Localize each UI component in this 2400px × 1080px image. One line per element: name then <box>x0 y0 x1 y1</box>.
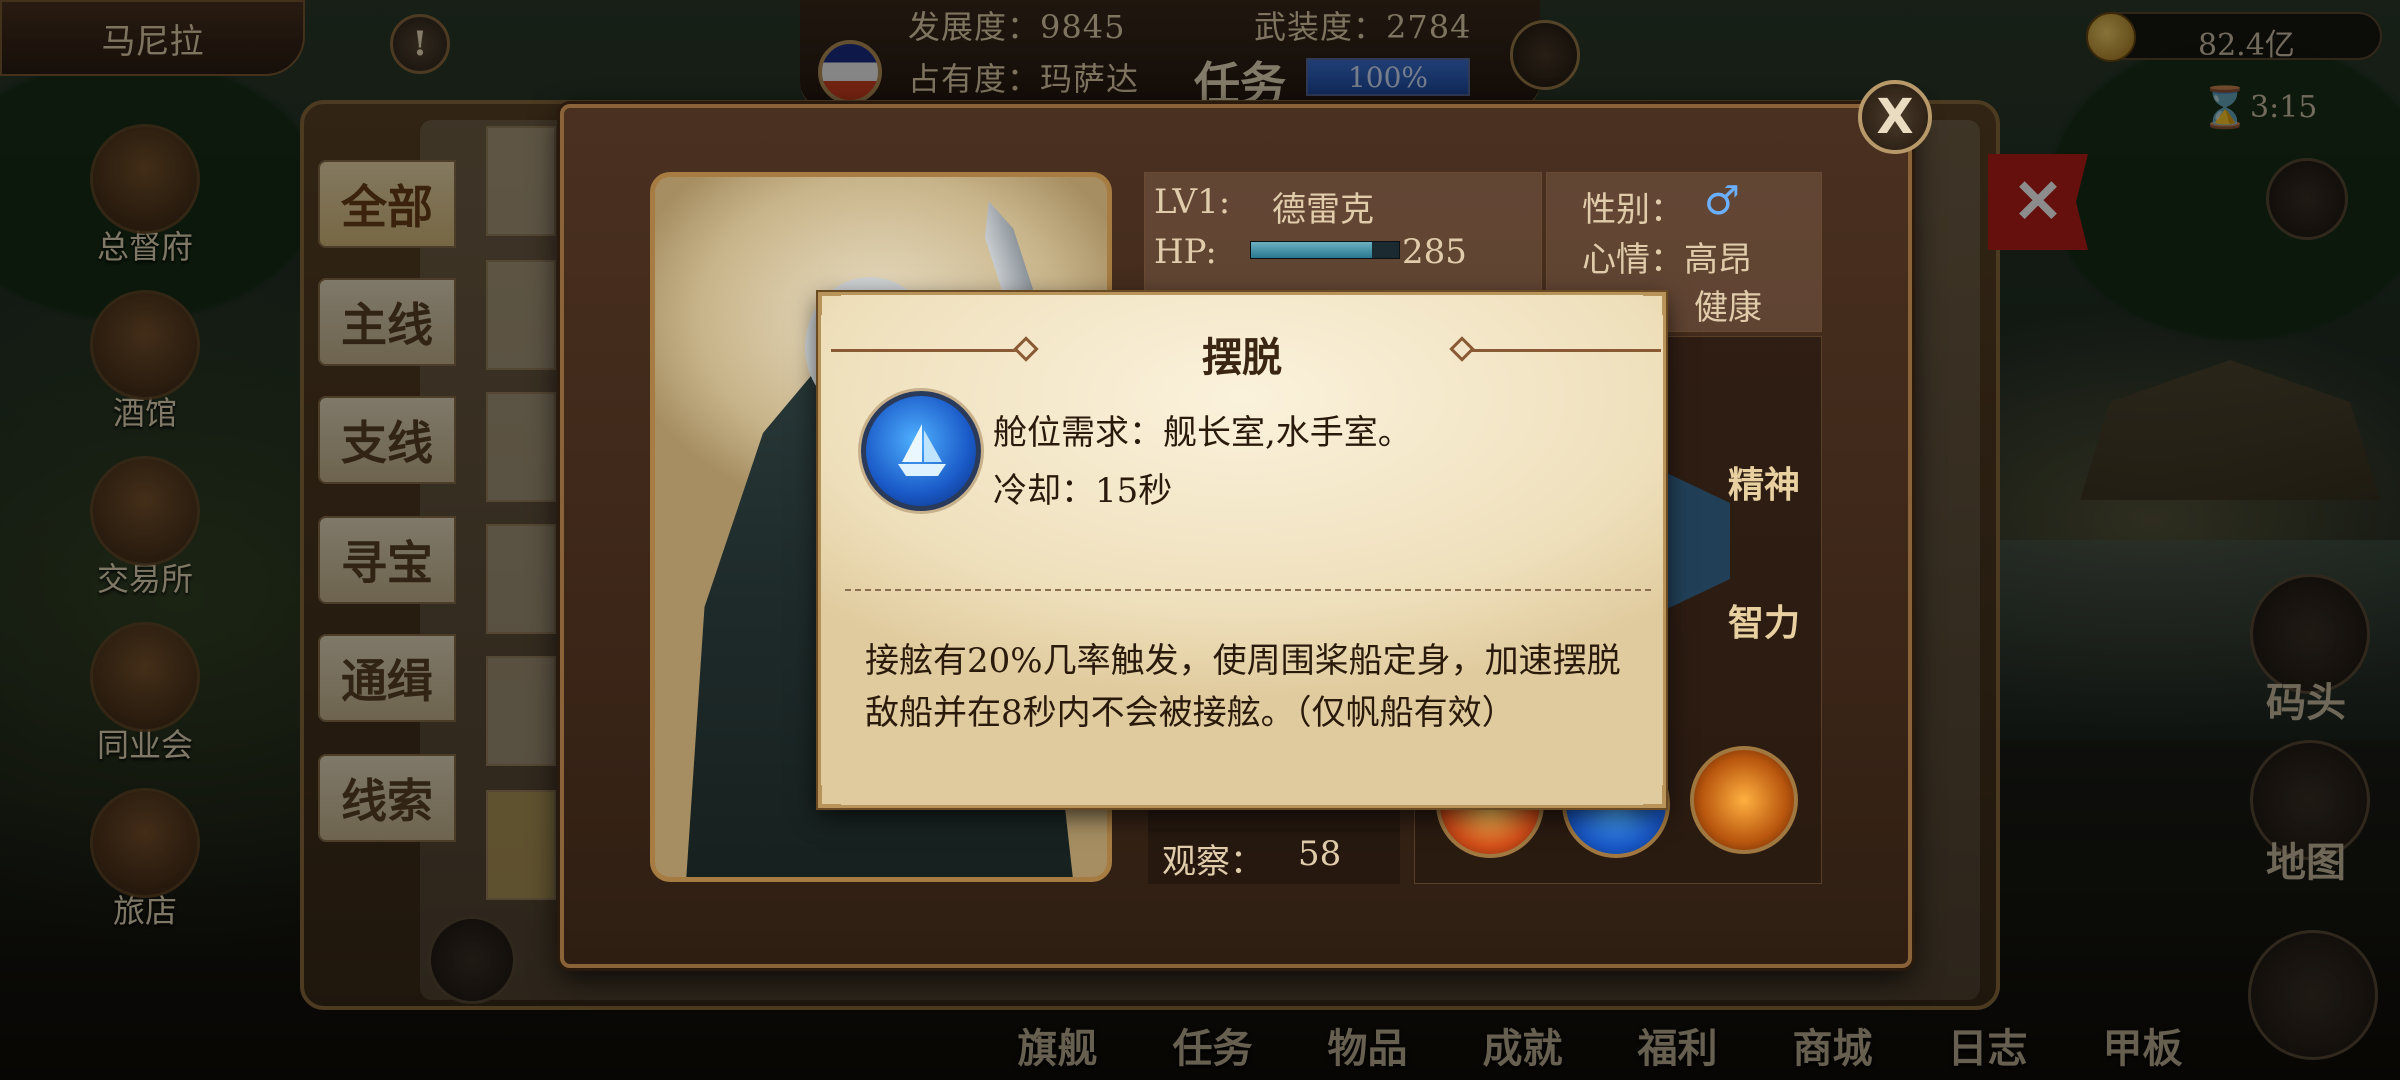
mood-text: 心情：高昂 <box>1582 240 1752 280</box>
hp-bar-fill <box>1251 242 1373 258</box>
hp-value: 285 <box>1402 232 1467 272</box>
skill-tooltip: 摆脱 舱位需求：舰长室,水手室。 冷却：15秒 接舷有20%几率触发，使周围桨船… <box>818 292 1666 808</box>
tooltip-corner <box>1643 785 1665 807</box>
observe-label: 观察： <box>1162 842 1264 882</box>
cooldown-text: 冷却：15秒 <box>993 471 1173 511</box>
attr-intellect: 智力 <box>1728 602 1801 644</box>
hp-bar <box>1250 241 1400 259</box>
dialog-close-button[interactable]: X <box>1858 80 1932 154</box>
cabin-requirement: 舱位需求：舰长室,水手室。 <box>993 413 1412 453</box>
character-name: 德雷克 <box>1272 190 1374 230</box>
health-text: 健康 <box>1694 288 1762 328</box>
tooltip-corner <box>1643 293 1665 315</box>
observe-value: 58 <box>1298 834 1342 874</box>
level-label: LV1: <box>1154 182 1231 222</box>
sailing-ship-icon <box>861 391 981 511</box>
hp-label: HP: <box>1154 232 1217 272</box>
male-gender-icon: ♂ <box>1704 178 1740 224</box>
skill-description: 接舷有20%几率触发，使周围桨船定身，加速摆脱敌船并在8秒内不会被接舷。（仅帆船… <box>865 641 1621 733</box>
gender-label: 性别： <box>1582 190 1684 230</box>
skill-title: 摆脱 <box>1202 334 1282 381</box>
tooltip-corner <box>819 293 841 315</box>
tooltip-divider <box>845 589 1651 591</box>
attr-spirit: 精神 <box>1728 464 1801 506</box>
blade-skill-icon[interactable] <box>1690 746 1798 854</box>
tooltip-corner <box>819 785 841 807</box>
